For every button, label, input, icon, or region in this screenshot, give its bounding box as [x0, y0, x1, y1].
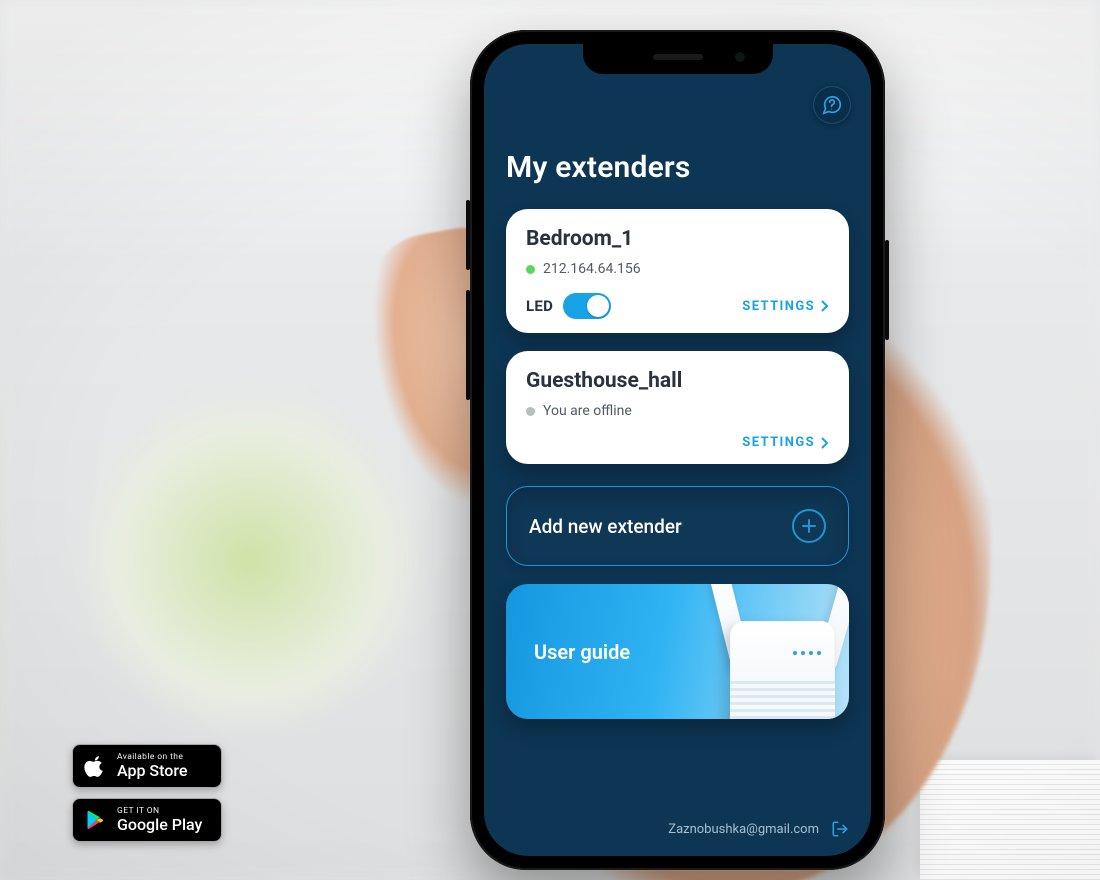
phone-notch: [583, 44, 773, 74]
phone-frame: My extenders Bedroom_1 212.164.64.156 LE…: [470, 30, 885, 870]
user-guide-label: User guide: [506, 640, 630, 664]
status-dot-online: [526, 265, 535, 274]
help-button[interactable]: [813, 86, 851, 124]
google-play-icon: [83, 810, 107, 830]
app-store-top: Available on the: [117, 753, 187, 762]
settings-label: SETTINGS: [742, 299, 815, 314]
logout-icon: [831, 820, 849, 838]
user-guide-card[interactable]: User guide: [506, 584, 849, 719]
google-play-top: GET IT ON: [117, 807, 202, 816]
settings-button[interactable]: SETTINGS: [742, 435, 829, 450]
settings-button[interactable]: SETTINGS: [742, 299, 829, 314]
extender-device-illustration: [683, 584, 849, 719]
account-email: Zaznobushka@gmail.com: [668, 822, 819, 837]
add-extender-label: Add new extender: [529, 515, 682, 538]
apple-icon: [83, 755, 107, 777]
google-play-badge[interactable]: GET IT ON Google Play: [72, 798, 222, 842]
paper-stack-decoration: [920, 760, 1100, 880]
app-store-badge[interactable]: Available on the App Store: [72, 744, 222, 788]
plus-icon: [792, 509, 826, 543]
status-dot-offline: [526, 407, 535, 416]
extender-status-text: You are offline: [543, 403, 632, 419]
extender-card: Bedroom_1 212.164.64.156 LED SETTINGS: [506, 209, 849, 333]
logout-button[interactable]: [831, 820, 849, 838]
google-play-bottom: Google Play: [117, 817, 202, 833]
settings-label: SETTINGS: [742, 435, 815, 450]
extender-card: Guesthouse_hall You are offline SETTINGS: [506, 351, 849, 464]
extender-name: Bedroom_1: [526, 227, 829, 251]
app-screen: My extenders Bedroom_1 212.164.64.156 LE…: [484, 44, 871, 856]
chevron-right-icon: [819, 437, 829, 449]
chevron-right-icon: [819, 300, 829, 312]
led-toggle[interactable]: [563, 293, 611, 319]
add-extender-button[interactable]: Add new extender: [506, 486, 849, 566]
page-title: My extenders: [506, 150, 849, 185]
led-label: LED: [526, 297, 553, 315]
extender-status-text: 212.164.64.156: [543, 261, 641, 277]
help-icon: [821, 94, 843, 116]
app-store-bottom: App Store: [117, 763, 187, 779]
extender-name: Guesthouse_hall: [526, 369, 829, 393]
